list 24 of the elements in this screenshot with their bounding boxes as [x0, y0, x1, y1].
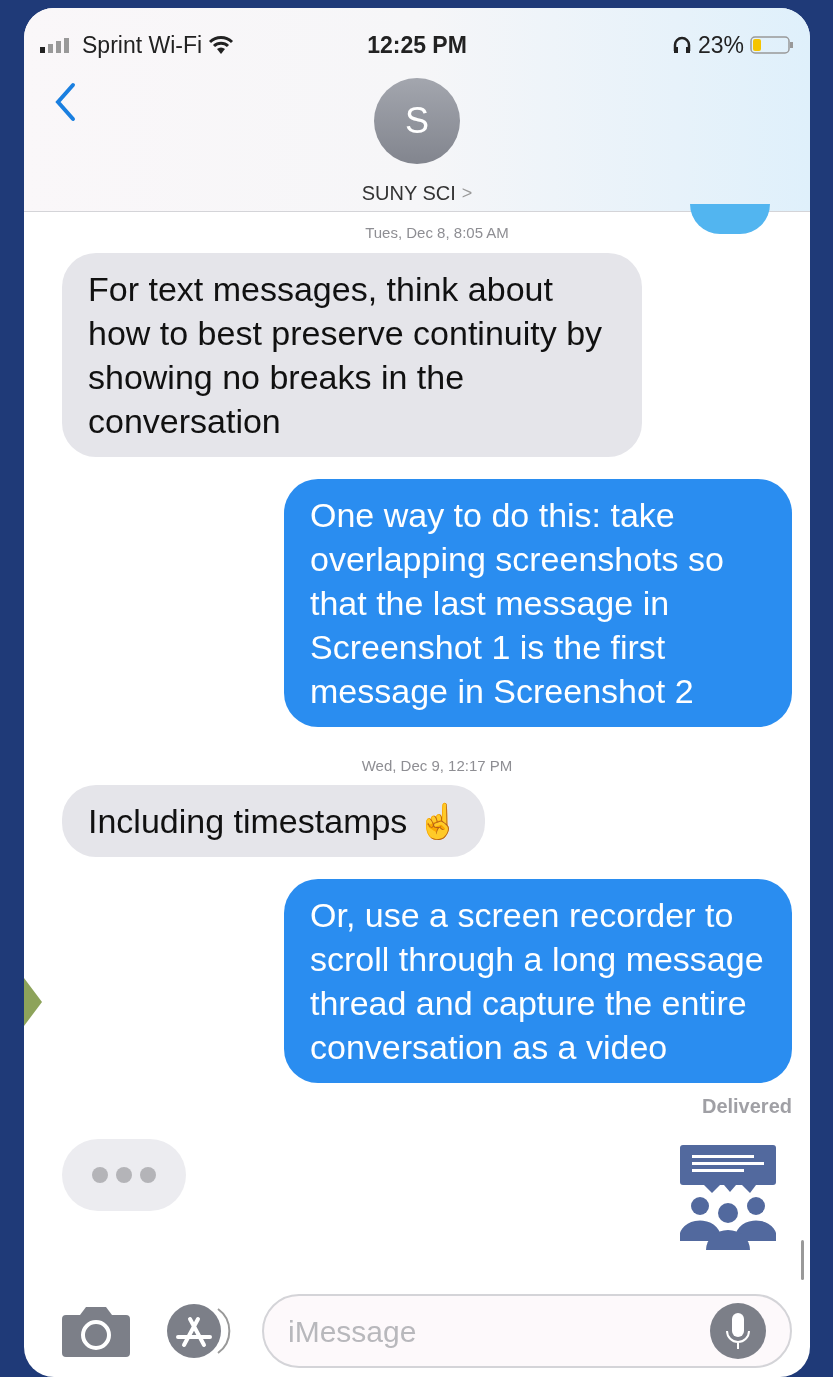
- battery-percent: 23%: [697, 30, 744, 60]
- contact-name[interactable]: SUNY SCI: [361, 178, 456, 208]
- chevron-icon[interactable]: >: [461, 179, 473, 207]
- wifi-icon: [208, 35, 235, 55]
- back-icon[interactable]: [54, 82, 76, 122]
- incoming-message: Including timestamps ☝: [62, 785, 485, 857]
- battery-icon: [750, 35, 794, 55]
- camera-icon[interactable]: [62, 1305, 130, 1357]
- microphone-icon[interactable]: [710, 1303, 766, 1359]
- contact-avatar[interactable]: S: [374, 78, 460, 164]
- outgoing-message: Or, use a screen recorder to scroll through a long message thread and capture the entire conversation as a video: [284, 879, 792, 1083]
- scroll-indicator: [801, 1240, 804, 1280]
- message-timestamp: Wed, Dec 9, 12:17 PM: [361, 755, 513, 776]
- status-time: 12:25 PM: [367, 30, 467, 60]
- delivered-status: Delivered: [701, 1094, 792, 1119]
- carrier-name: Sprint Wi-Fi: [82, 30, 203, 60]
- side-marker: [24, 978, 42, 1026]
- headphones-icon: [671, 35, 692, 55]
- message-field[interactable]: iMessage: [262, 1294, 792, 1368]
- incoming-message: For text messages, think about how to best preserve continuity by showing no breaks in the conversation: [62, 252, 642, 457]
- message-input[interactable]: iMessage: [288, 1308, 710, 1354]
- outgoing-message: One way to do this: take overlapping screenshots so that the last message in Screenshot 1 is the first message in Screenshot 2: [284, 478, 792, 727]
- people-chat-icon: [680, 1145, 776, 1250]
- message-timestamp: Tues, Dec 8, 8:05 AM: [365, 223, 509, 243]
